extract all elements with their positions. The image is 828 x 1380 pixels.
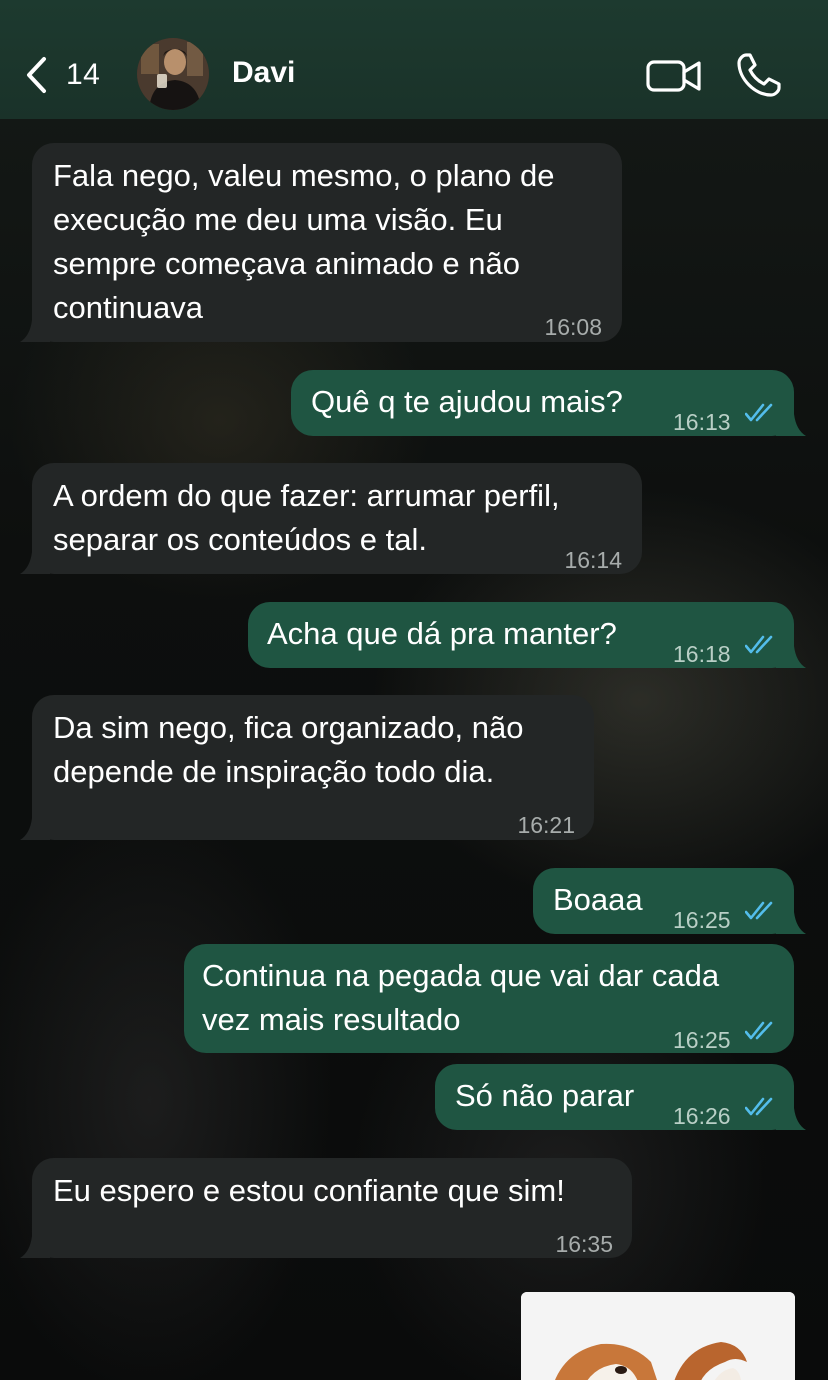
read-receipt-icon bbox=[745, 635, 773, 654]
unread-count: 14 bbox=[66, 58, 101, 91]
message-outgoing[interactable]: Boaaa 16:25 bbox=[533, 868, 806, 934]
message-time: 16:35 bbox=[555, 1231, 613, 1257]
avatar[interactable] bbox=[137, 38, 209, 110]
avatar-photo bbox=[137, 38, 209, 110]
image-message[interactable] bbox=[521, 1292, 795, 1380]
bubble-tail bbox=[776, 646, 806, 668]
bubble-tail bbox=[20, 552, 50, 574]
chevron-left-icon bbox=[27, 57, 46, 93]
message-text: Continua na pegada que vai dar cada vez … bbox=[202, 958, 720, 1037]
message-incoming[interactable]: Eu espero e estou confiante que sim! 16:… bbox=[20, 1158, 632, 1258]
message-text: Da sim nego, fica organizado, não depend… bbox=[53, 710, 524, 789]
bubble-tail bbox=[776, 414, 806, 436]
contact-name[interactable]: Davi bbox=[232, 56, 295, 90]
bubble-tail bbox=[20, 818, 50, 840]
dog-photo bbox=[521, 1292, 795, 1380]
message-text: Acha que dá pra manter? bbox=[267, 616, 617, 651]
message-text: Boaaa bbox=[553, 882, 643, 917]
phone-icon[interactable] bbox=[736, 52, 782, 98]
message-incoming[interactable]: Fala nego, valeu mesmo, o plano de execu… bbox=[20, 143, 622, 342]
video-call-icon[interactable] bbox=[646, 56, 702, 96]
message-time: 16:26 bbox=[673, 1103, 731, 1129]
message-outgoing[interactable]: Acha que dá pra manter? 16:18 bbox=[248, 602, 806, 668]
bubble-tail bbox=[20, 1236, 50, 1258]
message-outgoing[interactable]: Continua na pegada que vai dar cada vez … bbox=[184, 944, 794, 1053]
bubble-tail bbox=[20, 320, 50, 342]
message-incoming[interactable]: A ordem do que fazer: arrumar perfil, se… bbox=[20, 463, 642, 574]
message-text: Fala nego, valeu mesmo, o plano de execu… bbox=[53, 158, 555, 325]
message-incoming[interactable]: Da sim nego, fica organizado, não depend… bbox=[20, 695, 594, 840]
message-text: Eu espero e estou confiante que sim! bbox=[53, 1173, 565, 1208]
read-receipt-icon bbox=[745, 1021, 773, 1040]
bubble-tail bbox=[776, 912, 806, 934]
message-time: 16:18 bbox=[673, 641, 731, 667]
message-time: 16:21 bbox=[517, 812, 575, 838]
message-time: 16:08 bbox=[544, 314, 602, 340]
read-receipt-icon bbox=[745, 403, 773, 422]
chat-header: 14 Davi bbox=[0, 0, 828, 119]
message-text: Só não parar bbox=[455, 1078, 635, 1113]
message-outgoing[interactable]: Quê q te ajudou mais? 16:13 bbox=[291, 370, 806, 436]
message-time: 16:13 bbox=[673, 409, 731, 435]
message-time: 16:14 bbox=[564, 547, 622, 573]
message-text: Quê q te ajudou mais? bbox=[311, 384, 623, 419]
read-receipt-icon bbox=[745, 1097, 773, 1116]
back-button[interactable]: 14 bbox=[22, 52, 100, 98]
bubble-tail bbox=[776, 1108, 806, 1130]
message-time: 16:25 bbox=[673, 907, 731, 933]
read-receipt-icon bbox=[745, 901, 773, 920]
message-outgoing[interactable]: Só não parar 16:26 bbox=[435, 1064, 806, 1130]
message-time: 16:25 bbox=[673, 1027, 731, 1053]
message-text: A ordem do que fazer: arrumar perfil, se… bbox=[53, 478, 560, 557]
